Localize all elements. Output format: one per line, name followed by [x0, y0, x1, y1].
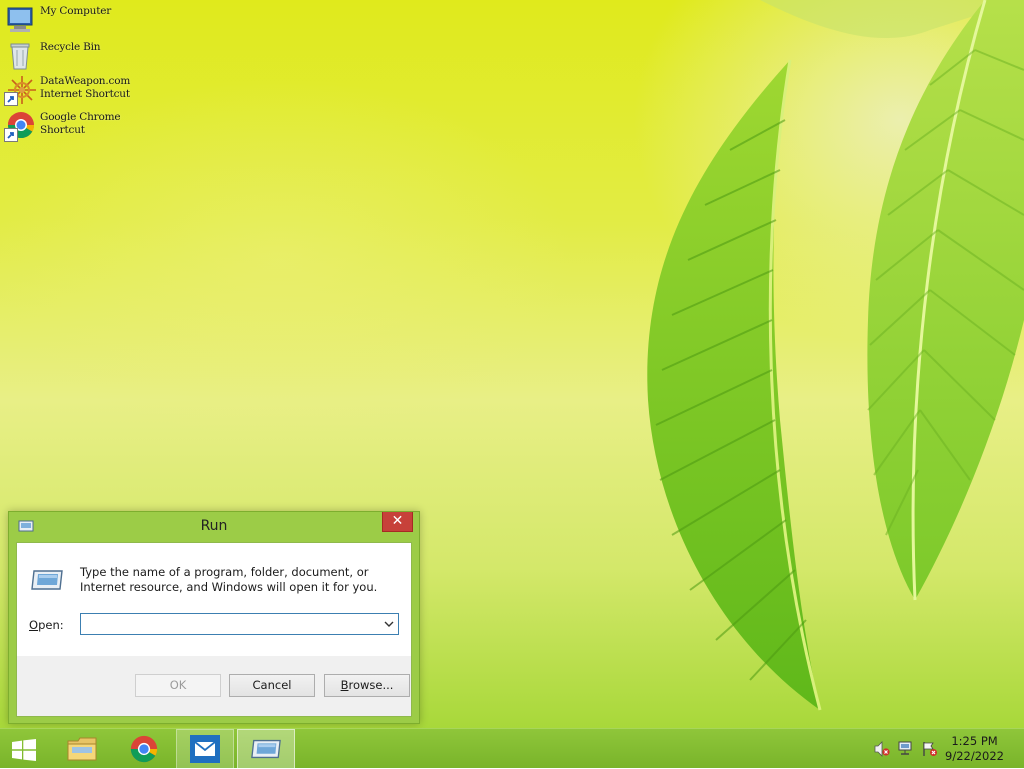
run-description: Type the name of a program, folder, docu… [80, 565, 378, 594]
run-dialog-title: Run [200, 518, 228, 534]
cancel-button[interactable]: Cancel [229, 674, 315, 697]
desktop-icon-label-line2: Internet Shortcut [40, 88, 130, 100]
open-input[interactable] [83, 615, 373, 633]
close-icon: ✕ [391, 513, 404, 529]
open-label-text: pen: [38, 618, 64, 632]
chrome-icon [130, 735, 158, 763]
network-icon[interactable] [898, 741, 914, 757]
shortcut-arrow-icon [4, 128, 18, 142]
shortcut-arrow-icon [4, 92, 18, 106]
desktop-icon-chrome-shortcut[interactable]: Google Chrome Shortcut [4, 110, 154, 144]
desktop-icon-label-line1: Google Chrome [40, 111, 121, 123]
run-titlebar[interactable]: Run ✕ [9, 512, 419, 541]
desktop-icon-label: Recycle Bin [40, 41, 101, 53]
run-icon [251, 739, 281, 759]
desktop-icon-label: My Computer [40, 5, 112, 17]
run-dialog: Run ✕ Type the name of a program, folder… [8, 511, 420, 724]
taskbar-file-explorer[interactable] [56, 729, 108, 769]
taskbar-clock[interactable]: 1:25 PM 9/22/2022 [945, 734, 1004, 764]
computer-icon [4, 4, 36, 36]
chrome-icon [4, 110, 36, 142]
desktop[interactable]: My Computer Recycle Bin DataWeapon.com I… [0, 0, 1024, 728]
internet-shortcut-icon [4, 74, 36, 106]
open-combobox[interactable] [80, 613, 399, 635]
taskbar-mail[interactable] [176, 729, 234, 769]
open-label-accelerator: O [29, 618, 39, 632]
mail-icon [190, 735, 220, 763]
run-program-icon [31, 570, 63, 590]
desktop-icon-my-computer[interactable]: My Computer [4, 4, 154, 38]
folder-icon [67, 737, 97, 761]
desktop-icon-label: Google Chrome Shortcut [40, 110, 121, 137]
browse-button[interactable]: Browse... [324, 674, 410, 697]
desktop-icon-recycle-bin[interactable]: Recycle Bin [4, 40, 154, 74]
recycle-bin-icon [4, 40, 36, 72]
taskbar: 1:25 PM 9/22/2022 [0, 728, 1024, 769]
desktop-icon-label: DataWeapon.com Internet Shortcut [40, 74, 130, 101]
run-dialog-body: Type the name of a program, folder, docu… [16, 542, 412, 717]
taskbar-google-chrome[interactable] [118, 729, 170, 769]
start-button[interactable] [0, 729, 48, 769]
windows-logo-icon [12, 739, 36, 761]
desktop-icon-label-line2: Shortcut [40, 124, 85, 136]
ok-button[interactable]: OK [135, 674, 221, 697]
action-center-flag-icon[interactable] [922, 741, 938, 757]
browse-label-text: rowse... [348, 678, 394, 692]
taskbar-run[interactable] [237, 729, 295, 769]
chevron-down-icon[interactable] [384, 620, 394, 628]
close-button[interactable]: ✕ [382, 512, 413, 532]
desktop-icon-label-line1: DataWeapon.com [40, 75, 131, 87]
clock-date: 9/22/2022 [945, 749, 1004, 763]
desktop-icon-dataweapon-shortcut[interactable]: DataWeapon.com Internet Shortcut [4, 74, 154, 108]
open-label: Open: [29, 618, 64, 632]
clock-time: 1:25 PM [951, 734, 998, 748]
volume-muted-icon[interactable] [874, 741, 890, 757]
